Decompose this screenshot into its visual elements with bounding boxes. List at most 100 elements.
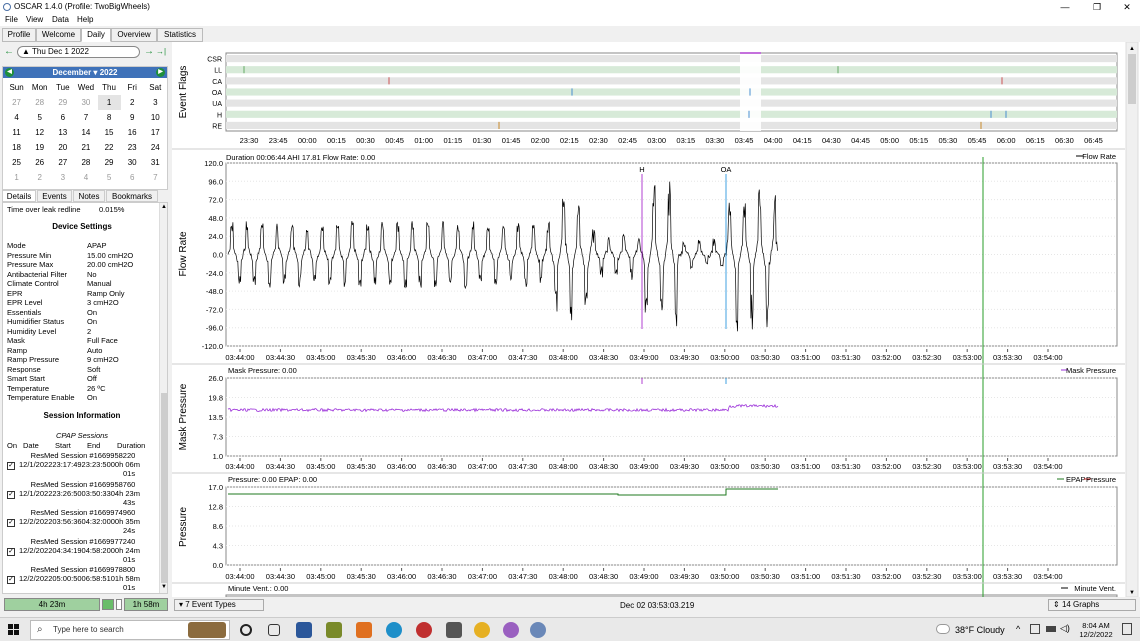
session-times[interactable]: 12/2/202204:34:1904:58:2000h 24m	[19, 546, 167, 555]
menu-file[interactable]: File	[5, 15, 18, 24]
calendar-day[interactable]: 29	[51, 95, 74, 110]
session-times[interactable]: 12/1/202223:17:4923:23:5000h 06m	[19, 460, 167, 469]
restore-button[interactable]: ❐	[1090, 1, 1104, 13]
calendar-day[interactable]: 4	[74, 170, 97, 185]
calendar-day[interactable]: 28	[28, 95, 51, 110]
calendar-day[interactable]: 26	[28, 155, 51, 170]
notification-icon[interactable]	[1122, 623, 1132, 635]
volume-icon[interactable]: ◁)	[1060, 623, 1070, 634]
tab-details[interactable]: Details	[2, 190, 36, 202]
calendar-day[interactable]: 20	[51, 140, 74, 155]
session-checkbox[interactable]: ✓	[7, 547, 15, 556]
tab-daily[interactable]: Daily	[81, 28, 111, 42]
tab-welcome[interactable]: Welcome	[36, 28, 81, 42]
graph-scrollbar[interactable]	[1125, 41, 1139, 598]
calendar-day[interactable]: 5	[28, 110, 51, 125]
details-scrollbar[interactable]: ▲ ▼	[159, 203, 167, 593]
calendar-day[interactable]: 2	[121, 95, 144, 110]
session-times[interactable]: 12/2/202203:56:3604:32:0000h 35m	[19, 517, 167, 526]
edge-icon[interactable]	[386, 622, 402, 638]
calendar-day[interactable]: 19	[28, 140, 51, 155]
clock-time[interactable]: 8:04 AM	[1076, 621, 1116, 630]
tab-overview[interactable]: Overview	[111, 28, 157, 42]
calendar-day[interactable]: 30	[121, 155, 144, 170]
minimize-button[interactable]: —	[1058, 1, 1072, 13]
calendar-day[interactable]: 27	[5, 95, 28, 110]
calendar-day[interactable]: 21	[74, 140, 97, 155]
calendar-day[interactable]: 24	[144, 140, 167, 155]
graphs-svg[interactable]: Event Flags CSR LL CA OA UA H RE 23:30 23:45 00:00…	[172, 41, 1140, 598]
app-icon-red[interactable]	[416, 622, 432, 638]
graph-scroll-up-icon[interactable]: ▲	[1129, 46, 1135, 52]
calendar-day[interactable]: 12	[28, 125, 51, 140]
calendar-day[interactable]: 31	[144, 155, 167, 170]
tab-profile[interactable]: Profile	[2, 28, 36, 42]
session-block[interactable]	[102, 599, 114, 610]
calendar-day[interactable]: 2	[28, 170, 51, 185]
session-checkbox[interactable]: ✓	[7, 519, 15, 527]
graphs-combo[interactable]: ⇕ 14 Graphs	[1048, 599, 1136, 611]
date-selector[interactable]: ▲ Thu Dec 1 2022	[17, 46, 140, 58]
calendar-day[interactable]: 1	[5, 170, 28, 185]
session-checkbox[interactable]: ✓	[7, 490, 15, 499]
calendar-day[interactable]: 7	[74, 110, 97, 125]
menu-view[interactable]: View	[26, 15, 43, 24]
calendar-day[interactable]: 27	[51, 155, 74, 170]
tab-notes[interactable]: Notes	[73, 190, 105, 202]
calendar-day[interactable]: 7	[144, 170, 167, 185]
tray-chevron-icon[interactable]: ^	[1016, 624, 1020, 634]
windows-start-icon[interactable]	[8, 624, 20, 636]
close-button[interactable]: ✕	[1120, 1, 1134, 13]
network-icon[interactable]	[1046, 626, 1056, 632]
calendar-month[interactable]: December ▾	[53, 68, 98, 77]
app-icon-orange[interactable]	[356, 622, 372, 638]
tab-statistics[interactable]: Statistics	[157, 28, 203, 42]
scroll-down-icon[interactable]: ▼	[161, 584, 167, 590]
calendar-day[interactable]: 16	[121, 125, 144, 140]
event-types-combo[interactable]: ▾ 7 Event Types	[174, 599, 264, 611]
last-day-button[interactable]: →|	[156, 47, 166, 56]
calendar-day[interactable]: 1	[97, 95, 121, 110]
calendar-day[interactable]: 6	[121, 170, 144, 185]
calendar-year[interactable]: 2022	[100, 68, 118, 77]
calendar-next-icon[interactable]: ▶	[156, 68, 165, 77]
oscar-taskbar-icon[interactable]	[530, 622, 546, 638]
graph-scroll-down-icon[interactable]: ▼	[1129, 590, 1135, 596]
app-icon-purple[interactable]	[503, 622, 519, 638]
session-time-right[interactable]: 1h 58m	[124, 598, 168, 611]
weather-text[interactable]: 38°F Cloudy	[955, 625, 1005, 635]
calendar-day[interactable]: 4	[5, 110, 28, 125]
session-times[interactable]: 12/2/202205:00:5006:58:5101h 58m	[19, 574, 167, 583]
calendar-day[interactable]: 30	[74, 95, 97, 110]
calendar-day[interactable]: 3	[144, 95, 167, 110]
photos-icon[interactable]	[446, 622, 462, 638]
calendar-day[interactable]: 22	[98, 140, 121, 155]
chrome-icon[interactable]	[474, 622, 490, 638]
calendar-day[interactable]: 23	[121, 140, 144, 155]
calendar-day[interactable]: 25	[5, 155, 28, 170]
calendar-day[interactable]: 8	[98, 110, 121, 125]
prev-day-button[interactable]: ←	[4, 46, 14, 57]
cortana-icon[interactable]	[240, 624, 252, 636]
menu-help[interactable]: Help	[77, 15, 93, 24]
calendar-prev-icon[interactable]: ◀	[5, 68, 14, 77]
session-time-left[interactable]: 4h 23m	[4, 598, 100, 611]
word-icon[interactable]	[296, 622, 312, 638]
scroll-up-icon[interactable]: ▲	[161, 204, 167, 210]
tab-bookmarks[interactable]: Bookmarks	[106, 190, 158, 202]
calendar-day[interactable]: 10	[144, 110, 167, 125]
calendar-day[interactable]: 14	[74, 125, 97, 140]
calendar-day[interactable]: 28	[74, 155, 97, 170]
calendar-day[interactable]: 18	[5, 140, 28, 155]
clock-date[interactable]: 12/2/2022	[1076, 630, 1116, 639]
calendar-day[interactable]: 11	[5, 125, 28, 140]
menu-data[interactable]: Data	[52, 15, 69, 24]
calendar-day[interactable]: 3	[51, 170, 74, 185]
graph-scroll-thumb[interactable]	[1128, 54, 1136, 104]
graph-area[interactable]: Event Flags CSR LL CA OA UA H RE 23:30 23:45 00:00…	[172, 41, 1140, 598]
tab-events[interactable]: Events	[37, 190, 72, 202]
session-checkbox[interactable]: ✓	[7, 576, 15, 584]
calendar-day[interactable]: 9	[121, 110, 144, 125]
details-panel[interactable]: Time over leak redline 0.015% Device Set…	[2, 202, 168, 594]
session-checkbox[interactable]: ✓	[7, 462, 15, 470]
